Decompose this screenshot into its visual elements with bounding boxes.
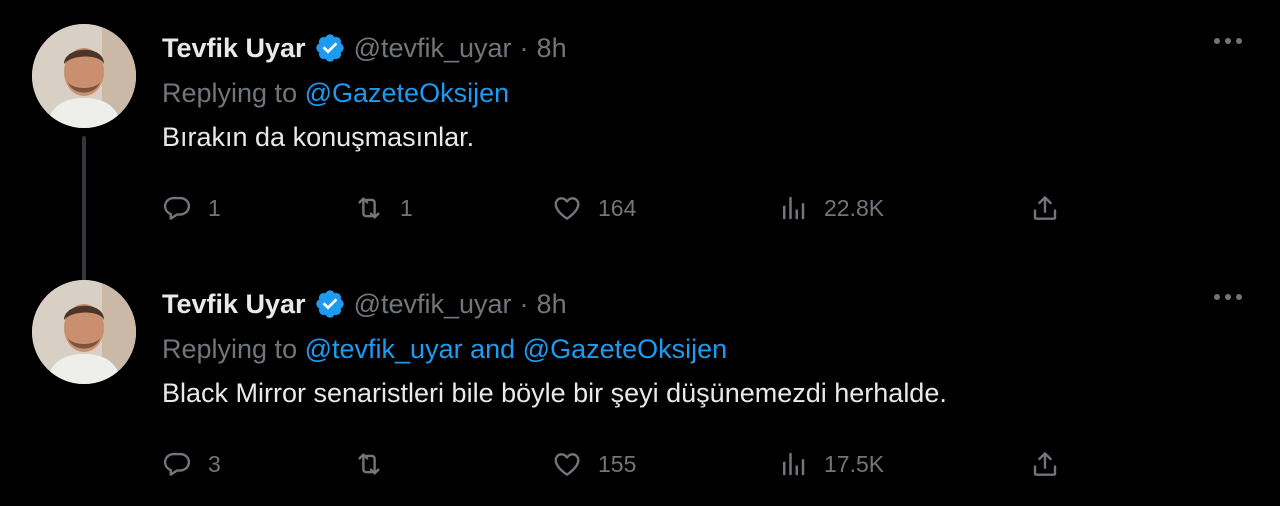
avatar-photo bbox=[32, 280, 136, 384]
avatar[interactable] bbox=[32, 24, 136, 128]
tweet[interactable]: Tevfik Uyar @tevfik_uyar · 8h Replying t… bbox=[0, 256, 1280, 506]
retweet-button[interactable]: 1 bbox=[354, 188, 413, 228]
retweet-count: 1 bbox=[400, 194, 413, 221]
reply-icon bbox=[163, 452, 191, 476]
replying-to: Replying to @tevfik_uyar and @GazeteOksi… bbox=[162, 334, 727, 365]
views-button[interactable]: 17.5K bbox=[778, 444, 884, 484]
views-button[interactable]: 22.8K bbox=[778, 188, 884, 228]
timestamp[interactable]: 8h bbox=[537, 33, 567, 64]
more-icon[interactable] bbox=[1214, 294, 1242, 300]
tweet-header: Tevfik Uyar @tevfik_uyar · 8h bbox=[162, 28, 567, 68]
avatar-photo bbox=[32, 24, 136, 128]
views-count: 22.8K bbox=[824, 194, 885, 221]
retweet-button[interactable] bbox=[354, 444, 400, 484]
like-count: 164 bbox=[598, 194, 637, 221]
share-button[interactable] bbox=[1030, 444, 1060, 484]
more-icon[interactable] bbox=[1214, 38, 1242, 44]
like-count: 155 bbox=[598, 450, 637, 477]
display-name[interactable]: Tevfik Uyar bbox=[162, 33, 306, 64]
replying-joiner: and bbox=[470, 334, 516, 364]
share-icon bbox=[1033, 452, 1057, 476]
like-icon bbox=[554, 197, 580, 220]
retweet-icon bbox=[358, 197, 380, 219]
tweet-header: Tevfik Uyar @tevfik_uyar · 8h bbox=[162, 284, 567, 324]
tweet-text: Black Mirror senaristleri bile böyle bir… bbox=[162, 378, 947, 408]
reply-count: 3 bbox=[208, 450, 221, 477]
handle[interactable]: @tevfik_uyar bbox=[354, 33, 512, 64]
handle[interactable]: @tevfik_uyar bbox=[354, 289, 512, 320]
timestamp[interactable]: 8h bbox=[537, 289, 567, 320]
share-button[interactable] bbox=[1030, 188, 1060, 228]
replying-to: Replying to @GazeteOksijen bbox=[162, 78, 509, 109]
verified-badge-icon bbox=[315, 34, 344, 62]
display-name[interactable]: Tevfik Uyar bbox=[162, 289, 306, 320]
like-icon bbox=[554, 453, 580, 476]
views-icon bbox=[783, 196, 805, 220]
views-icon bbox=[783, 452, 805, 476]
reply-button[interactable]: 1 bbox=[162, 188, 221, 228]
retweet-icon bbox=[358, 453, 380, 475]
reply-button[interactable]: 3 bbox=[162, 444, 221, 484]
mention-link[interactable]: @GazeteOksijen bbox=[305, 78, 510, 108]
replying-prefix: Replying to bbox=[162, 334, 298, 364]
like-button[interactable]: 164 bbox=[552, 188, 636, 228]
separator: · bbox=[519, 288, 529, 319]
avatar[interactable] bbox=[32, 280, 136, 384]
separator: · bbox=[519, 32, 529, 63]
share-icon bbox=[1033, 196, 1057, 220]
tweet[interactable]: Tevfik Uyar @tevfik_uyar · 8h Replying t… bbox=[0, 0, 1280, 286]
verified-badge-icon bbox=[315, 290, 344, 318]
reply-count: 1 bbox=[208, 194, 221, 221]
views-count: 17.5K bbox=[824, 450, 885, 477]
replying-prefix: Replying to bbox=[162, 78, 298, 108]
mention-link[interactable]: @GazeteOksijen bbox=[523, 334, 728, 364]
tweet-text: Bırakın da konuşmasınlar. bbox=[162, 122, 475, 152]
reply-icon bbox=[163, 196, 191, 220]
tweet-actions: 3 155 17.5K bbox=[162, 444, 1082, 484]
mention-link[interactable]: @tevfik_uyar bbox=[305, 334, 463, 364]
tweet-actions: 1 1 164 22.8K bbox=[162, 188, 1082, 228]
like-button[interactable]: 155 bbox=[552, 444, 636, 484]
